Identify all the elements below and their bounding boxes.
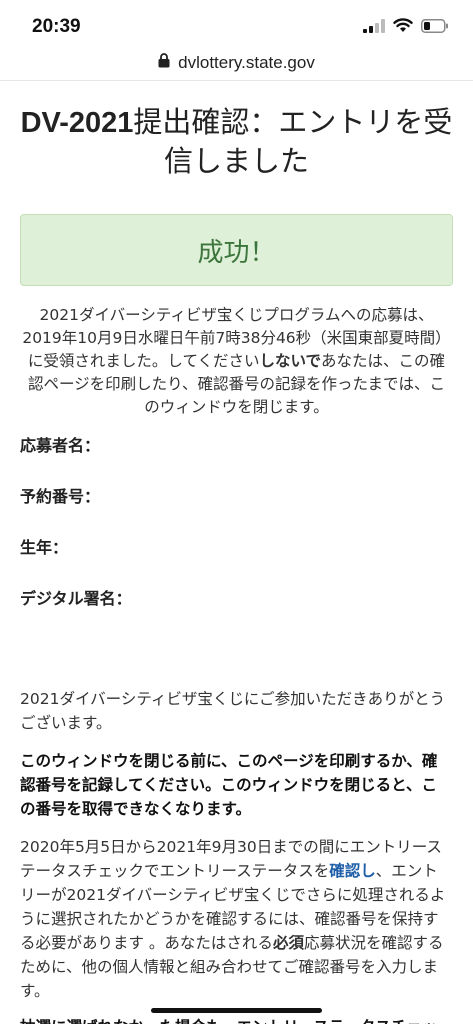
check-status-link[interactable]: 確認し: [329, 862, 376, 880]
system-icons: [363, 18, 449, 37]
confirmation-number-label: 予約番号：: [20, 487, 101, 506]
url-text: dvlottery.state.gov: [178, 53, 315, 72]
lock-icon: [158, 53, 170, 73]
status-time: 20:39: [32, 16, 81, 37]
battery-icon: [421, 18, 449, 37]
wifi-icon: [393, 18, 413, 37]
cutoff-paragraph: 抽選に選ばれなかった場合も、エントリーステータスチェックで確認できます。: [20, 1015, 451, 1024]
address-bar[interactable]: dvlottery.state.gov: [0, 46, 473, 81]
home-indicator[interactable]: [151, 1008, 322, 1013]
success-alert: 成功！: [20, 214, 453, 286]
digital-signature-label: デジタル署名：: [20, 589, 132, 608]
page-title: DV-2021提出確認：エントリを受信しました: [16, 103, 457, 180]
receipt-message: 2021ダイバーシティビザ宝くじプログラムへの応募は、2019年10月9日水曜日…: [22, 304, 451, 419]
status-bar: 20:39: [0, 0, 473, 46]
success-text: 成功！: [197, 237, 276, 268]
applicant-name-label: 応募者名：: [20, 436, 101, 455]
warning-paragraph: このウィンドウを閉じる前に、このページを印刷するか、確認番号を記録してください。…: [20, 752, 438, 818]
receipt-emphasis: しないで: [259, 352, 322, 370]
thanks-paragraph: 2021ダイバーシティビザ宝くじにご参加いただきありがとうございます。: [20, 690, 446, 732]
title-program: DV-2021: [20, 107, 134, 139]
page-content: DV-2021提出確認：エントリを受信しました 成功！ 2021ダイバーシティビ…: [0, 81, 473, 1024]
status-check-paragraph: 2020年5月5日から2021年9月30日までの間にエントリーステータスチェック…: [20, 835, 451, 1003]
entry-details: 応募者名： 予約番号： 生年： デジタル署名：: [20, 433, 451, 637]
title-text: 提出確認：エントリを受信しました: [133, 105, 453, 178]
cellular-signal-icon: [363, 18, 385, 37]
birth-year-label: 生年：: [20, 538, 69, 557]
required-emphasis: 必須: [272, 934, 304, 952]
